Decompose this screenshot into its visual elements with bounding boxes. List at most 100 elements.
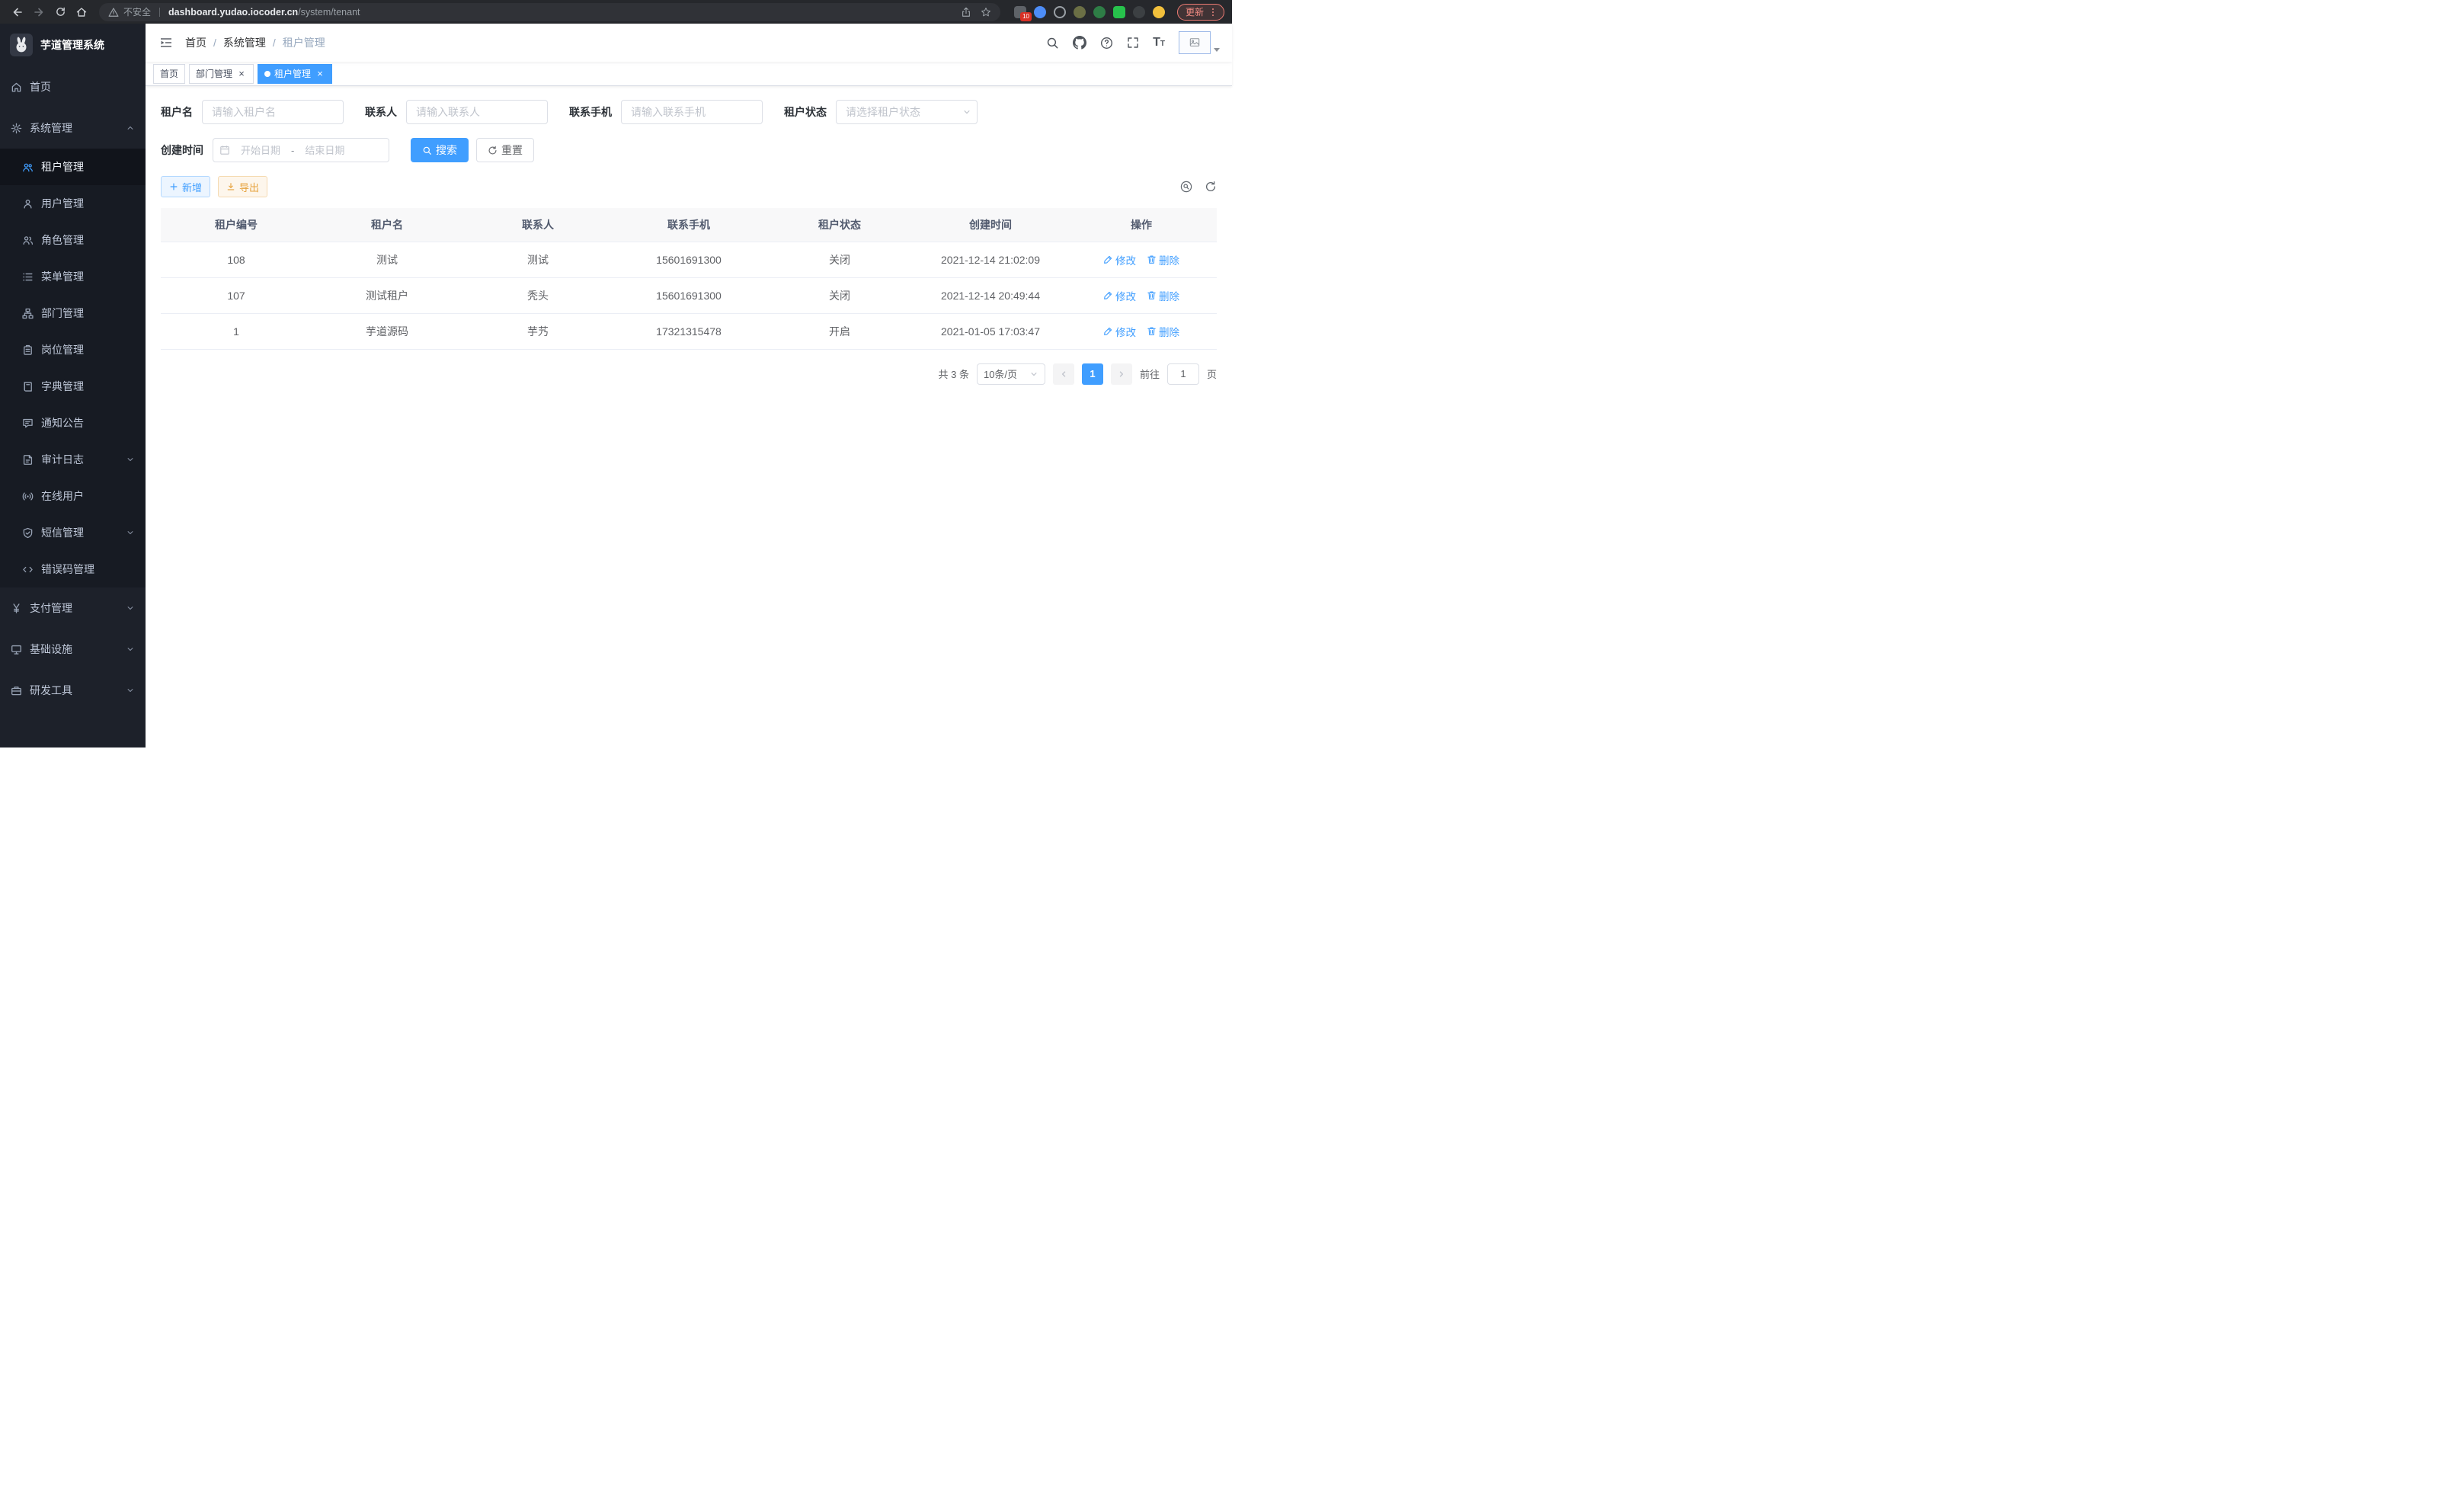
tenant-status-select[interactable] — [836, 100, 978, 124]
home-icon[interactable] — [72, 2, 91, 22]
create-time-label: 创建时间 — [161, 142, 203, 158]
tab-home[interactable]: 首页 — [153, 64, 185, 84]
fullscreen-icon[interactable] — [1127, 37, 1139, 49]
sidebar-item-label: 角色管理 — [41, 232, 135, 248]
edit-button[interactable]: 修改 — [1103, 324, 1136, 339]
avatar[interactable] — [1179, 31, 1211, 54]
cell-name: 测试租户 — [312, 277, 462, 313]
sidebar-item-user[interactable]: 用户管理 — [0, 185, 146, 222]
tenant-status-input[interactable] — [836, 100, 978, 124]
column-header: 租户名 — [312, 208, 462, 242]
extension-icon[interactable] — [1054, 6, 1066, 18]
edit-button[interactable]: 修改 — [1103, 252, 1136, 267]
sidebar-item-post[interactable]: 岗位管理 — [0, 331, 146, 368]
sidebar-item-home[interactable]: 首页 — [0, 66, 146, 107]
github-icon[interactable] — [1073, 36, 1086, 50]
tenant-name-input[interactable] — [202, 100, 344, 124]
sidebar-item-dev-tool[interactable]: 研发工具 — [0, 670, 146, 711]
extension-icon[interactable]: 10 — [1014, 6, 1026, 18]
search-icon[interactable] — [1046, 37, 1059, 50]
start-date-input[interactable] — [233, 145, 288, 156]
tab-tenant[interactable]: 租户管理× — [258, 64, 332, 84]
tab-dept[interactable]: 部门管理× — [189, 64, 254, 84]
back-icon[interactable] — [8, 2, 27, 22]
kebab-menu-icon[interactable] — [1208, 7, 1218, 18]
phone-input[interactable] — [621, 100, 763, 124]
sidebar-item-tenant[interactable]: 租户管理 — [0, 149, 146, 185]
app-logo[interactable]: 芋道管理系统 — [0, 24, 146, 66]
bookmark-star-icon[interactable] — [981, 7, 991, 18]
sidebar-item-notice[interactable]: 通知公告 — [0, 405, 146, 441]
prev-page-button[interactable] — [1053, 363, 1074, 385]
extension-icon[interactable] — [1153, 6, 1165, 18]
extension-icon[interactable] — [1034, 6, 1046, 18]
export-button[interactable]: 导出 — [218, 176, 267, 197]
add-button[interactable]: 新增 — [161, 176, 210, 197]
security-label: 不安全 — [123, 5, 151, 18]
cell-created: 2021-01-05 17:03:47 — [915, 313, 1066, 349]
delete-button[interactable]: 删除 — [1147, 324, 1179, 339]
address-bar[interactable]: 不安全 dashboard.yudao.iocoder.cn/system/te… — [99, 3, 1000, 21]
sidebar-item-error-code[interactable]: 错误码管理 — [0, 551, 146, 587]
sidebar-item-system[interactable]: 系统管理 — [0, 107, 146, 149]
close-icon[interactable]: × — [315, 69, 325, 79]
font-size-icon[interactable]: TT — [1153, 37, 1165, 49]
update-button[interactable]: 更新 — [1177, 4, 1224, 21]
next-page-button[interactable] — [1111, 363, 1132, 385]
roles-icon — [22, 235, 34, 246]
delete-button-label: 删除 — [1159, 324, 1179, 339]
extension-icon[interactable] — [1074, 6, 1086, 18]
toggle-search-icon[interactable] — [1180, 181, 1192, 193]
goto-page-input[interactable] — [1167, 363, 1199, 385]
sidebar-item-infra[interactable]: 基础设施 — [0, 629, 146, 670]
question-icon[interactable] — [1100, 37, 1113, 50]
browser-chrome: 不安全 dashboard.yudao.iocoder.cn/system/te… — [0, 0, 1232, 24]
sidebar-item-dict[interactable]: 字典管理 — [0, 368, 146, 405]
phone-label: 联系手机 — [569, 104, 612, 120]
cell-phone: 17321315478 — [613, 313, 764, 349]
extension-icon[interactable] — [1093, 6, 1106, 18]
column-header: 创建时间 — [915, 208, 1066, 242]
trash-icon — [1147, 255, 1157, 264]
breadcrumb-home[interactable]: 首页 — [185, 35, 206, 50]
contact-input[interactable] — [406, 100, 548, 124]
end-date-input[interactable] — [297, 145, 352, 156]
sidebar-item-pay[interactable]: 支付管理 — [0, 587, 146, 629]
breadcrumb-system[interactable]: 系统管理 — [223, 35, 266, 50]
reset-button[interactable]: 重置 — [476, 138, 534, 162]
extension-icon[interactable] — [1133, 6, 1145, 18]
sidebar-item-audit-log[interactable]: 审计日志 — [0, 441, 146, 478]
sidebar-item-online-user[interactable]: 在线用户 — [0, 478, 146, 514]
extension-icon[interactable] — [1113, 6, 1125, 18]
refresh-table-icon[interactable] — [1205, 181, 1217, 193]
delete-button[interactable]: 删除 — [1147, 288, 1179, 303]
sidebar-item-menu[interactable]: 菜单管理 — [0, 258, 146, 295]
close-icon[interactable]: × — [236, 69, 247, 79]
create-time-range[interactable]: - — [213, 138, 389, 162]
extensions-tray: 10 — [1014, 6, 1165, 18]
cell-actions: 修改删除 — [1066, 277, 1217, 313]
sidebar-item-dept[interactable]: 部门管理 — [0, 295, 146, 331]
sidebar-item-role[interactable]: 角色管理 — [0, 222, 146, 258]
refresh-icon — [488, 146, 498, 155]
page-number-button[interactable]: 1 — [1082, 363, 1103, 385]
cell-contact: 测试 — [462, 242, 613, 277]
search-button[interactable]: 搜索 — [411, 138, 469, 162]
share-icon[interactable] — [961, 7, 971, 18]
page-size-select[interactable]: 10条/页 — [977, 363, 1045, 385]
reload-icon[interactable] — [50, 2, 70, 22]
cell-name: 测试 — [312, 242, 462, 277]
forward-icon[interactable] — [29, 2, 49, 22]
sidebar-item-sms[interactable]: 短信管理 — [0, 514, 146, 551]
sidebar: 芋道管理系统 首页系统管理租户管理用户管理角色管理菜单管理部门管理岗位管理字典管… — [0, 24, 146, 748]
yen-icon — [11, 603, 22, 614]
list-icon — [22, 271, 34, 283]
column-header: 联系手机 — [613, 208, 764, 242]
breadcrumb-separator: / — [273, 37, 276, 49]
delete-button[interactable]: 删除 — [1147, 252, 1179, 267]
sidebar-fold-icon[interactable] — [158, 34, 174, 51]
user-menu[interactable] — [1179, 31, 1220, 54]
edit-button[interactable]: 修改 — [1103, 288, 1136, 303]
breadcrumb-separator: / — [213, 37, 216, 49]
update-label: 更新 — [1186, 5, 1204, 18]
